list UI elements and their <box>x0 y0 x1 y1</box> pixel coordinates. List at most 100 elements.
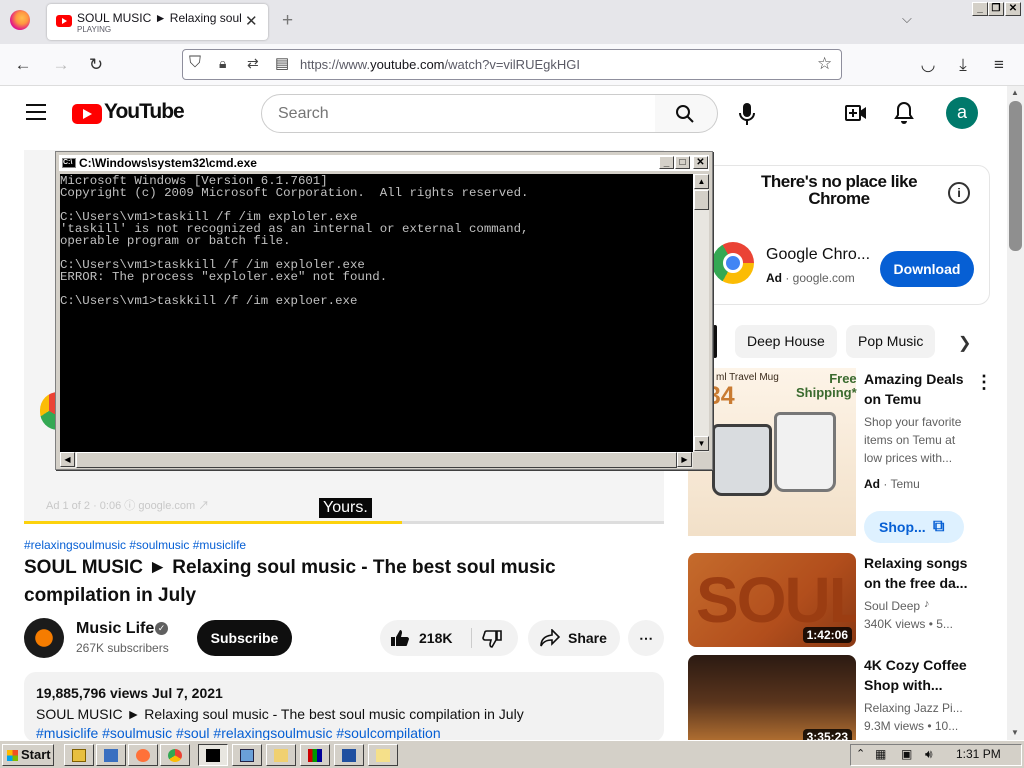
network-icon[interactable]: ▦ <box>875 747 886 761</box>
download-button[interactable]: Download <box>880 251 974 287</box>
show-desktop-icon[interactable] <box>64 744 94 766</box>
display-icon[interactable]: ▣ <box>901 747 912 761</box>
taskbar-clock[interactable]: 1:31 PM <box>956 747 1001 761</box>
shop-button[interactable]: Shop... ⧉ <box>864 511 964 543</box>
search-input[interactable]: Search <box>261 94 656 133</box>
video-hashtags[interactable]: #relaxingsoulmusic #soulmusic #musiclife <box>24 538 246 552</box>
cmd-scroll-thumb[interactable] <box>694 190 709 210</box>
explorer-quicklaunch-icon[interactable] <box>96 744 126 766</box>
chip-all[interactable] <box>713 325 717 358</box>
lock-icon[interactable]: 🔒︎ <box>219 55 226 72</box>
search-placeholder: Search <box>278 105 329 122</box>
app-taskbar-icon[interactable] <box>300 744 330 766</box>
like-icon[interactable] <box>390 629 410 647</box>
tray-expand-icon[interactable]: ⌃ <box>856 747 865 760</box>
cmd-close-button[interactable]: ✕ <box>693 156 708 169</box>
like-divider <box>471 628 472 648</box>
firefox-taskbar-icon[interactable] <box>128 744 158 766</box>
start-button[interactable]: Start <box>2 744 54 766</box>
description-box[interactable]: 19,885,796 views Jul 7, 2021 SOUL MUSIC … <box>24 672 664 742</box>
share-icon <box>540 629 560 647</box>
url-text[interactable]: https://www.youtube.com/watch?v=vilRUEgk… <box>300 57 580 72</box>
scroll-up-icon[interactable]: ▲ <box>694 174 709 189</box>
permissions-icon[interactable]: ⇄ <box>247 55 259 72</box>
cmd-vertical-scrollbar[interactable]: ▲ ▼ <box>693 174 709 452</box>
youtube-logo-text[interactable]: YouTube <box>104 100 185 124</box>
scroll-down-icon[interactable]: ▼ <box>694 436 709 451</box>
folder-taskbar-icon[interactable] <box>266 744 296 766</box>
chrome-taskbar-icon[interactable] <box>160 744 190 766</box>
cmd-horizontal-scrollbar[interactable]: ◀ ▶ <box>60 452 693 468</box>
chip-deep-house[interactable]: Deep House <box>735 325 837 358</box>
rec-thumbnail[interactable]: SOUL 1:42:06 <box>688 553 856 647</box>
scroll-left-icon[interactable]: ◀ <box>60 452 75 467</box>
pocket-icon[interactable]: ◡ <box>917 55 939 75</box>
firefox-icon[interactable] <box>10 10 30 30</box>
cmd-maximize-button[interactable]: □ <box>675 156 690 169</box>
downloads-icon[interactable]: ⤓ <box>952 55 974 75</box>
subscribe-button[interactable]: Subscribe <box>197 620 292 656</box>
back-icon[interactable]: ← <box>12 55 34 75</box>
player-ad-info[interactable]: Ad 1 of 2 · 0:06 ⓘ google.com ↗ <box>46 497 209 513</box>
list-tabs-icon[interactable]: ⌵ <box>902 11 912 27</box>
cmd-taskbar-icon[interactable] <box>198 744 228 766</box>
share-button[interactable]: Share <box>528 620 620 656</box>
dislike-icon[interactable] <box>482 630 502 648</box>
cmd-window[interactable]: C:\ C:\Windows\system32\cmd.exe _ □ ✕ Mi… <box>55 151 713 470</box>
reload-icon[interactable]: ↻ <box>85 55 107 75</box>
rec-title[interactable]: 4K Cozy Coffee Shop with... <box>864 655 984 695</box>
chip-pop-music[interactable]: Pop Music <box>846 325 936 358</box>
create-video-icon[interactable] <box>845 104 867 122</box>
forward-icon[interactable]: → <box>50 55 72 75</box>
cmd-title-bar[interactable]: C:\ C:\Windows\system32\cmd.exe _ □ ✕ <box>59 155 709 171</box>
more-vert-icon[interactable]: ⋮ <box>975 372 993 393</box>
notifications-bell-icon[interactable] <box>894 101 914 125</box>
scroll-right-icon[interactable]: ▶ <box>677 452 692 467</box>
tab-playing-status: PLAYING <box>77 25 112 34</box>
window-close-button[interactable]: ✕ <box>1005 2 1021 16</box>
channel-avatar[interactable] <box>24 618 64 658</box>
ad-title[interactable]: Google Chro... <box>766 246 870 264</box>
more-actions-icon[interactable]: ⋯ <box>628 620 664 656</box>
new-tab-button[interactable]: + <box>282 10 293 32</box>
monitor-taskbar-icon[interactable] <box>232 744 262 766</box>
account-avatar[interactable]: a <box>946 97 978 129</box>
browser-tab[interactable]: SOUL MUSIC ► Relaxing soul music - The b… <box>47 4 268 40</box>
scroll-up-icon[interactable]: ▲ <box>1011 88 1019 97</box>
search-button[interactable] <box>655 94 718 133</box>
menu-icon[interactable]: ≡ <box>988 55 1010 75</box>
cmd-console-output[interactable]: Microsoft Windows [Version 6.1.7601] Cop… <box>60 174 693 452</box>
description-hashtags[interactable]: #musiclife #soulmusic #soul #relaxingsou… <box>36 725 441 741</box>
sidebar-ad-card[interactable]: There's no place like Chrome i Google Ch… <box>703 165 990 305</box>
star-icon[interactable]: ☆ <box>817 54 832 74</box>
rec-title[interactable]: Amazing Deals on Temu <box>864 369 984 409</box>
rec-channel[interactable]: Relaxing Jazz Pi... <box>864 699 974 717</box>
view-count-date: 19,885,796 views Jul 7, 2021 <box>36 685 223 701</box>
cmd-minimize-button[interactable]: _ <box>659 156 674 169</box>
microphone-icon[interactable] <box>738 102 756 126</box>
shield-icon[interactable]: ⛉ <box>189 54 201 72</box>
window-restore-button[interactable]: ❐ <box>988 2 1004 16</box>
channel-name[interactable]: Music Life <box>76 620 154 638</box>
rec-title[interactable]: Relaxing songs on the free da... <box>864 553 984 593</box>
like-count[interactable]: 218K <box>419 620 452 656</box>
rec-thumbnail[interactable]: 3:35:23 <box>688 655 856 749</box>
hamburger-menu-icon[interactable] <box>26 104 46 120</box>
rec-channel[interactable]: Soul Deep <box>864 597 964 615</box>
paint-taskbar-icon[interactable] <box>368 744 398 766</box>
volume-icon[interactable]: 🔊︎ <box>925 747 933 762</box>
cmd-hscroll-thumb[interactable] <box>76 452 677 468</box>
chevron-right-icon[interactable]: ❯ <box>958 333 971 353</box>
url-bar[interactable]: ⛉ 🔒︎ ⇄ ▤ https://www.youtube.com/watch?v… <box>182 49 842 80</box>
scroll-down-icon[interactable]: ▼ <box>1011 728 1019 737</box>
tab-close-icon[interactable]: ✕ <box>245 12 258 30</box>
window-minimize-button[interactable]: _ <box>972 2 988 16</box>
browser-tab-bar: SOUL MUSIC ► Relaxing soul music - The b… <box>0 0 1024 44</box>
info-icon[interactable]: i <box>948 182 970 204</box>
page-scrollbar-thumb[interactable] <box>1009 101 1022 251</box>
youtube-logo-icon[interactable] <box>72 104 102 124</box>
notepad-taskbar-icon[interactable] <box>334 744 364 766</box>
reader-icon[interactable]: ▤ <box>275 54 289 72</box>
temu-ad-thumbnail[interactable]: ml Travel Mug 4.34 Free Shipping* <box>686 368 857 536</box>
search-icon <box>676 105 694 123</box>
